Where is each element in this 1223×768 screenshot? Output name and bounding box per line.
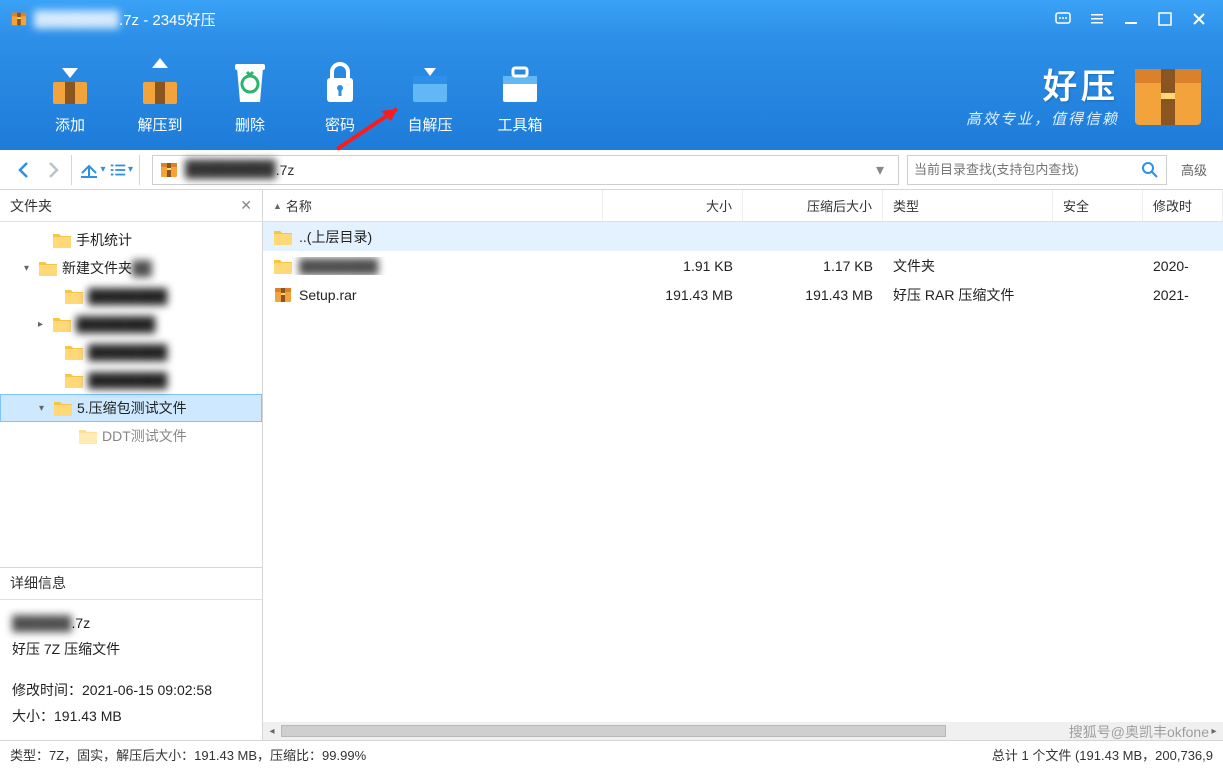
add-icon: [43, 54, 97, 108]
file-row[interactable]: ..(上层目录): [263, 222, 1223, 251]
up-button[interactable]: ▾: [76, 155, 108, 185]
trash-icon: [223, 54, 277, 108]
addr-dropdown-icon[interactable]: ▾: [876, 160, 892, 180]
search-icon[interactable]: [1140, 161, 1160, 179]
forward-button[interactable]: [40, 155, 72, 185]
password-button[interactable]: 密码: [295, 54, 385, 135]
tree-node[interactable]: ▾新建文件夹██: [0, 254, 262, 282]
archive-icon: [159, 161, 179, 179]
column-header[interactable]: ▲名称 大小 压缩后大小 类型 安全 修改时: [263, 190, 1223, 222]
file-row[interactable]: Setup.rar191.43 MB191.43 MB好压 RAR 压缩文件20…: [263, 280, 1223, 309]
nav-bar: ▾ ▾ ████████ .7z ▾ 高级: [0, 150, 1223, 190]
toolbox-icon: [493, 54, 547, 108]
status-bar: 类型：7Z，固实，解压后大小：191.43 MB，压缩比：99.99% 总计 1…: [0, 740, 1223, 768]
minimize-button[interactable]: [1117, 6, 1145, 32]
add-button[interactable]: 添加: [25, 54, 115, 135]
menu-icon[interactable]: [1083, 6, 1111, 32]
delete-button[interactable]: 删除: [205, 54, 295, 135]
close-button[interactable]: [1185, 6, 1213, 32]
back-button[interactable]: [8, 155, 40, 185]
tree-node[interactable]: ████████: [0, 366, 262, 394]
search-box[interactable]: [907, 155, 1167, 185]
tools-button[interactable]: 工具箱: [475, 54, 565, 135]
file-row[interactable]: ████████1.91 KB1.17 KB文件夹2020-: [263, 251, 1223, 280]
horizontal-scrollbar[interactable]: ◂▸: [263, 722, 1223, 740]
archive-name-obscured: ████████: [34, 11, 119, 28]
file-rows[interactable]: ..(上层目录)████████1.91 KB1.17 KB文件夹2020-Se…: [263, 222, 1223, 722]
brand-archive-icon: [1131, 59, 1205, 129]
address-bar[interactable]: ████████ .7z ▾: [152, 155, 899, 185]
folders-panel-header: 文件夹 ✕: [0, 190, 262, 222]
lock-icon: [313, 54, 367, 108]
tree-node[interactable]: ████████: [0, 338, 262, 366]
details-panel: 详细信息 ██████.7z 好压 7Z 压缩文件 修改时间：2021-06-1…: [0, 567, 262, 740]
status-right: 总计 1 个文件 (191.43 MB，200,736,9: [992, 745, 1213, 764]
status-left: 类型：7Z，固实，解压后大小：191.43 MB，压缩比：99.99%: [10, 745, 366, 764]
extract-icon: [133, 54, 187, 108]
title-bar: ████████ .7z - 2345好压: [0, 0, 1223, 38]
sfx-button[interactable]: 自解压: [385, 54, 475, 135]
maximize-button[interactable]: [1151, 6, 1179, 32]
feedback-icon[interactable]: [1049, 6, 1077, 32]
advanced-button[interactable]: 高级: [1173, 155, 1215, 185]
title-suffix: .7z - 2345好压: [119, 9, 216, 30]
sidebar: 文件夹 ✕ 手机统计▾新建文件夹██████████▸█████████████…: [0, 190, 263, 740]
tree-node[interactable]: DDT测试文件: [0, 422, 262, 450]
tree-node[interactable]: ████████: [0, 282, 262, 310]
tree-node[interactable]: ▸████████: [0, 310, 262, 338]
close-panel-icon[interactable]: ✕: [240, 197, 252, 214]
sfx-icon: [403, 54, 457, 108]
sort-asc-icon: ▲: [273, 201, 282, 211]
file-list-pane: ▲名称 大小 压缩后大小 类型 安全 修改时 ..(上层目录)████████1…: [263, 190, 1223, 740]
tree-node[interactable]: ▾5.压缩包测试文件: [0, 394, 262, 422]
extract-button[interactable]: 解压到: [115, 54, 205, 135]
search-input[interactable]: [914, 162, 1140, 177]
brand-logo: 好压 高效专业，值得信赖: [966, 59, 1205, 129]
tree-node[interactable]: 手机统计: [0, 226, 262, 254]
folder-tree[interactable]: 手机统计▾新建文件夹██████████▸███████████████████…: [0, 222, 262, 567]
main-toolbar: 添加 解压到 删除 密码 自解压 工具箱 好压 高效专业，值得信赖: [0, 38, 1223, 150]
view-button[interactable]: ▾: [108, 155, 140, 185]
app-icon: [10, 10, 28, 28]
